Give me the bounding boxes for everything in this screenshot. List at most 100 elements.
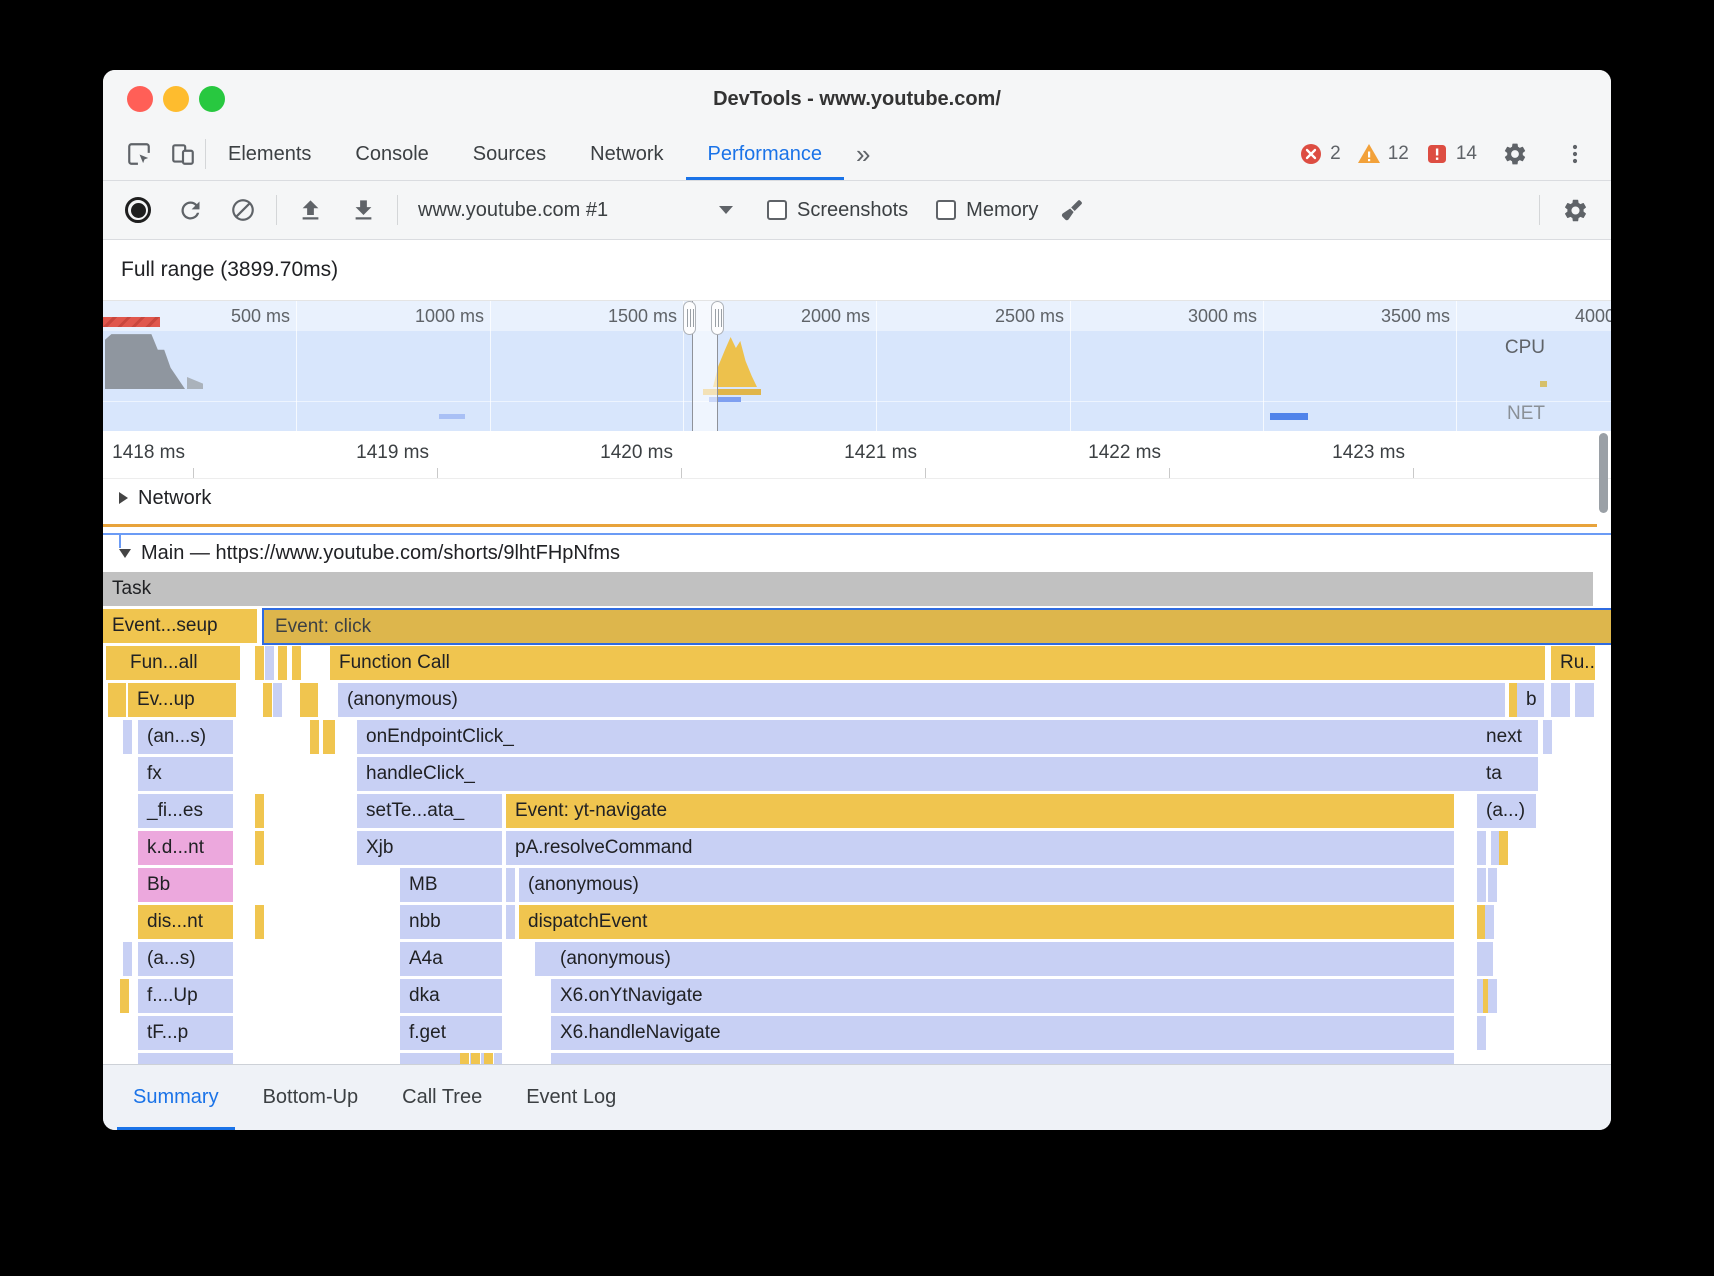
track-main[interactable]: Main — https://www.youtube.com/shorts/9l… xyxy=(103,533,1611,571)
device-toolbar-button[interactable] xyxy=(161,128,205,180)
flame-bar-dis-nt[interactable]: dis...nt xyxy=(138,905,234,939)
flame-bar-an-s[interactable]: (an...s) xyxy=(138,720,234,754)
flame-bar-event-seup[interactable]: Event...seup xyxy=(103,609,258,643)
history-select[interactable]: www.youtube.com #1 xyxy=(418,199,733,222)
tab-event-log[interactable]: Event Log xyxy=(504,1065,638,1130)
flame-bar[interactable] xyxy=(484,1053,494,1064)
flame-bar[interactable] xyxy=(255,831,265,865)
save-profile-button[interactable] xyxy=(344,191,383,230)
flame-bar-sette-ata[interactable]: setTe...ata_ xyxy=(357,794,503,828)
overview-selection-handle-left[interactable] xyxy=(683,301,696,335)
flame-bar-anonymous[interactable]: (anonymous) xyxy=(519,868,1455,902)
flame-bar[interactable] xyxy=(123,720,133,754)
reload-and-record-button[interactable] xyxy=(171,191,210,230)
flame-bar-x6-handlenavigate[interactable]: X6.handleNavigate xyxy=(551,1016,1455,1050)
flame-bar[interactable] xyxy=(506,905,516,939)
flame-bar[interactable] xyxy=(1488,868,1498,902)
flame-bar[interactable] xyxy=(263,683,273,717)
flame-bar[interactable] xyxy=(278,646,288,680)
tab-console[interactable]: Console xyxy=(333,128,450,180)
close-button[interactable] xyxy=(127,86,153,112)
flame-bar-b[interactable]: b xyxy=(1517,683,1545,717)
flame-bar[interactable] xyxy=(117,683,127,717)
inspect-element-button[interactable] xyxy=(117,128,161,180)
zoom-button[interactable] xyxy=(199,86,225,112)
flame-bar[interactable] xyxy=(1477,868,1487,902)
console-warnings-badge[interactable]: 12 12 12 12 12 xyxy=(1357,142,1409,166)
flame-bar-tf-p[interactable]: tF...p xyxy=(138,1016,234,1050)
tab-elements[interactable]: Elements xyxy=(206,128,333,180)
flame-bar-fun-all[interactable]: Fun...all xyxy=(121,646,241,680)
flame-bar-mb[interactable]: MB xyxy=(400,868,503,902)
flame-bar[interactable] xyxy=(323,720,336,754)
flame-bar[interactable] xyxy=(138,1053,234,1064)
flame-bar[interactable] xyxy=(1485,905,1495,939)
flame-bar-pa-resolvecommand[interactable]: pA.resolveCommand xyxy=(506,831,1455,865)
flame-bar-anonymous[interactable]: (anonymous) xyxy=(551,942,1455,976)
flame-bar-task[interactable]: Task xyxy=(103,572,1594,606)
flame-bar[interactable] xyxy=(1499,831,1509,865)
flame-bar[interactable] xyxy=(255,646,265,680)
flame-bar[interactable] xyxy=(506,868,516,902)
settings-button[interactable] xyxy=(1493,141,1537,167)
timeline-overview[interactable]: 500 ms1000 ms1500 ms2000 ms2500 ms3000 m… xyxy=(103,300,1611,431)
flame-bar[interactable] xyxy=(1484,942,1494,976)
more-tabs-button[interactable]: » xyxy=(844,128,882,180)
memory-toggle[interactable]: Memory xyxy=(936,199,1038,222)
flame-bar-a4a[interactable]: A4a xyxy=(400,942,503,976)
flame-bar[interactable] xyxy=(551,1053,1455,1064)
tab-performance[interactable]: Performance xyxy=(686,128,845,180)
flame-bar[interactable] xyxy=(310,720,320,754)
console-errors-badge[interactable]: 2 xyxy=(1299,142,1341,166)
flame-bar[interactable] xyxy=(255,905,265,939)
flame-bar-handleclick[interactable]: handleClick_ xyxy=(357,757,1506,791)
flame-bar-dispatchevent[interactable]: dispatchEvent xyxy=(519,905,1455,939)
flame-bar-fx[interactable]: fx xyxy=(138,757,234,791)
more-options-button[interactable] xyxy=(1553,142,1597,166)
flame-bar-a-s[interactable]: (a...s) xyxy=(138,942,234,976)
flame-bar-event-yt-navigate[interactable]: Event: yt-navigate xyxy=(506,794,1455,828)
tab-bottom-up[interactable]: Bottom-Up xyxy=(241,1065,381,1130)
flame-bar[interactable] xyxy=(1551,683,1571,717)
flame-bar[interactable] xyxy=(1575,683,1595,717)
flame-bar-k-d-nt[interactable]: k.d...nt xyxy=(138,831,234,865)
flame-bar[interactable] xyxy=(255,794,265,828)
capture-settings-button[interactable] xyxy=(1556,191,1595,230)
flame-bar-ru-s[interactable]: Ru...s xyxy=(1551,646,1596,680)
flame-bar-bb[interactable]: Bb xyxy=(138,868,234,902)
flame-bar[interactable] xyxy=(300,683,319,717)
tab-network[interactable]: Network xyxy=(568,128,685,180)
issues-badge[interactable]: 14 xyxy=(1425,142,1477,166)
vertical-scrollbar-thumb[interactable] xyxy=(1599,433,1608,513)
timeline-ruler[interactable]: 1418 ms1419 ms1420 ms1421 ms1422 ms1423 … xyxy=(103,431,1611,479)
memory-checkbox[interactable] xyxy=(936,200,956,220)
flame-bar[interactable] xyxy=(292,646,302,680)
tab-call-tree[interactable]: Call Tree xyxy=(380,1065,504,1130)
flame-bar-f-up[interactable]: f....Up xyxy=(138,979,234,1013)
flame-bar[interactable] xyxy=(1477,1016,1487,1050)
flame-bar-a[interactable]: (a...) xyxy=(1477,794,1537,828)
flame-bar-event-click[interactable]: Event: click xyxy=(262,608,1611,645)
load-profile-button[interactable] xyxy=(291,191,330,230)
flame-chart[interactable]: TaskEvent...seupEvent: clickFun...allFun… xyxy=(103,571,1611,1064)
flame-bar[interactable] xyxy=(123,942,133,976)
flame-bar[interactable] xyxy=(265,646,275,680)
clear-recordings-button[interactable] xyxy=(224,191,262,229)
tab-sources[interactable]: Sources xyxy=(451,128,568,180)
flame-bar[interactable] xyxy=(1488,979,1498,1013)
flame-bar-anonymous[interactable]: (anonymous) xyxy=(338,683,1506,717)
flame-bar-nbb[interactable]: nbb xyxy=(400,905,503,939)
screenshots-toggle[interactable]: Screenshots xyxy=(767,199,908,222)
flame-bar-dka[interactable]: dka xyxy=(400,979,503,1013)
minimize-button[interactable] xyxy=(163,86,189,112)
flame-bar[interactable] xyxy=(120,979,130,1013)
flame-bar-f-get[interactable]: f.get xyxy=(400,1016,503,1050)
flame-bar[interactable] xyxy=(273,683,283,717)
flame-bar-ev-up[interactable]: Ev...up xyxy=(128,683,237,717)
record-button[interactable] xyxy=(119,191,157,229)
collect-garbage-button[interactable] xyxy=(1052,191,1091,230)
flame-bar[interactable] xyxy=(460,1053,470,1064)
flame-bar-x6-onytnavigate[interactable]: X6.onYtNavigate xyxy=(551,979,1455,1013)
network-request-line[interactable] xyxy=(103,524,1597,527)
flame-bar[interactable] xyxy=(1543,720,1553,754)
